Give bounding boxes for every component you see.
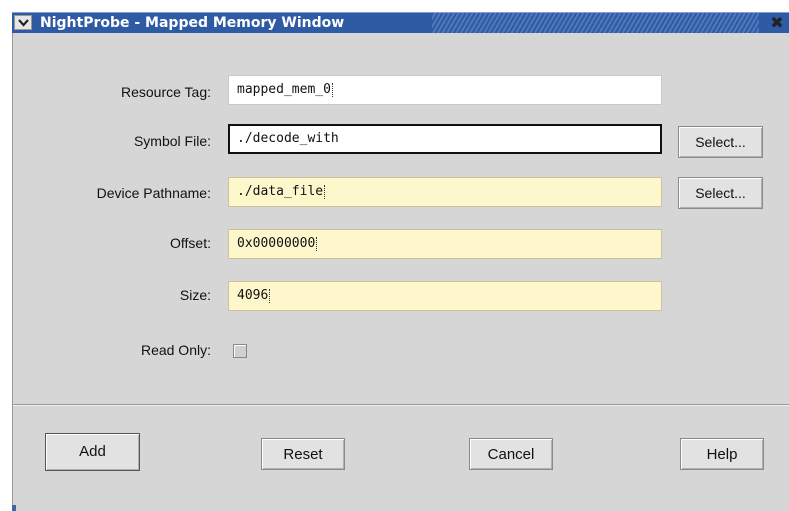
symbol-file-input[interactable]: ./decode_with	[228, 124, 662, 154]
cancel-button[interactable]: Cancel	[469, 438, 553, 470]
device-pathname-select-button[interactable]: Select...	[678, 177, 763, 209]
text-caret	[269, 288, 272, 303]
add-button[interactable]: Add	[45, 433, 140, 471]
device-pathname-value: ./data_file	[237, 184, 324, 199]
chevron-down-icon	[18, 19, 29, 27]
offset-value: 0x00000000	[237, 236, 316, 251]
device-pathname-label: Device Pathname:	[96, 185, 211, 201]
window-menu-button[interactable]	[14, 15, 32, 30]
size-input[interactable]: 4096	[228, 281, 662, 311]
text-caret	[324, 184, 327, 199]
symbol-file-select-button[interactable]: Select...	[678, 126, 763, 158]
read-only-label: Read Only:	[140, 342, 211, 358]
resource-tag-label: Resource Tag:	[120, 84, 211, 100]
reset-button[interactable]: Reset	[261, 438, 345, 470]
read-only-checkbox[interactable]	[233, 344, 247, 358]
help-button[interactable]: Help	[680, 438, 764, 470]
mapped-memory-dialog: Resource Tag: mapped_mem_0 Symbol File: …	[12, 33, 789, 505]
resource-tag-input[interactable]: mapped_mem_0	[228, 75, 662, 105]
resource-tag-value: mapped_mem_0	[237, 82, 331, 97]
button-separator	[13, 404, 789, 406]
symbol-file-label: Symbol File:	[133, 133, 211, 149]
title-bar-pattern	[432, 13, 759, 33]
text-caret	[331, 82, 335, 97]
device-pathname-input[interactable]: ./data_file	[228, 177, 662, 207]
offset-label: Offset:	[170, 235, 211, 251]
window-frame-corner	[12, 505, 16, 511]
size-value: 4096	[237, 288, 269, 303]
text-caret	[316, 236, 319, 251]
window-bottom-edge	[12, 505, 789, 511]
size-label: Size:	[179, 287, 211, 303]
offset-input[interactable]: 0x00000000	[228, 229, 662, 259]
title-bar[interactable]: NightProbe - Mapped Memory Window ✖	[12, 12, 789, 33]
symbol-file-value: ./decode_with	[237, 131, 339, 146]
close-icon[interactable]: ✖	[767, 13, 787, 33]
window-title: NightProbe - Mapped Memory Window	[40, 15, 345, 31]
